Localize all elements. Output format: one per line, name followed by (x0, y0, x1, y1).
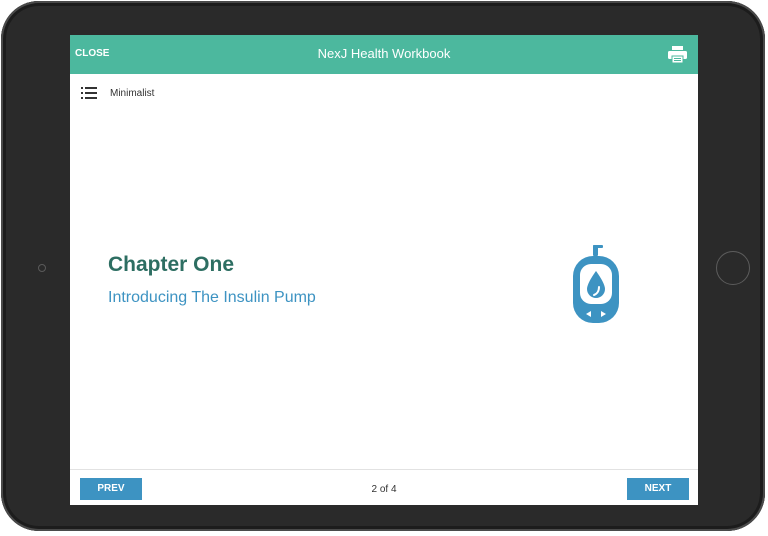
printer-icon[interactable] (668, 46, 687, 63)
camera-dot (38, 264, 46, 272)
tablet-frame: CLOSE NexJ Health Workbook Minimalist Ch (1, 1, 765, 531)
chapter-subtitle: Introducing The Insulin Pump (108, 289, 316, 306)
view-mode-label: Minimalist (110, 88, 155, 99)
insulin-pump-icon (573, 245, 619, 323)
app-title: NexJ Health Workbook (317, 46, 451, 61)
footer-nav: PREV 2 of 4 NEXT (70, 469, 698, 505)
view-toolbar: Minimalist (70, 74, 698, 110)
next-button[interactable]: NEXT (627, 478, 689, 500)
page-indicator: 2 of 4 (371, 484, 397, 495)
header-bar: CLOSE NexJ Health Workbook (70, 35, 698, 74)
list-icon[interactable] (81, 87, 97, 99)
home-button[interactable] (716, 251, 750, 285)
app-screen: CLOSE NexJ Health Workbook Minimalist Ch (70, 35, 698, 505)
chapter-title: Chapter One (108, 253, 235, 276)
